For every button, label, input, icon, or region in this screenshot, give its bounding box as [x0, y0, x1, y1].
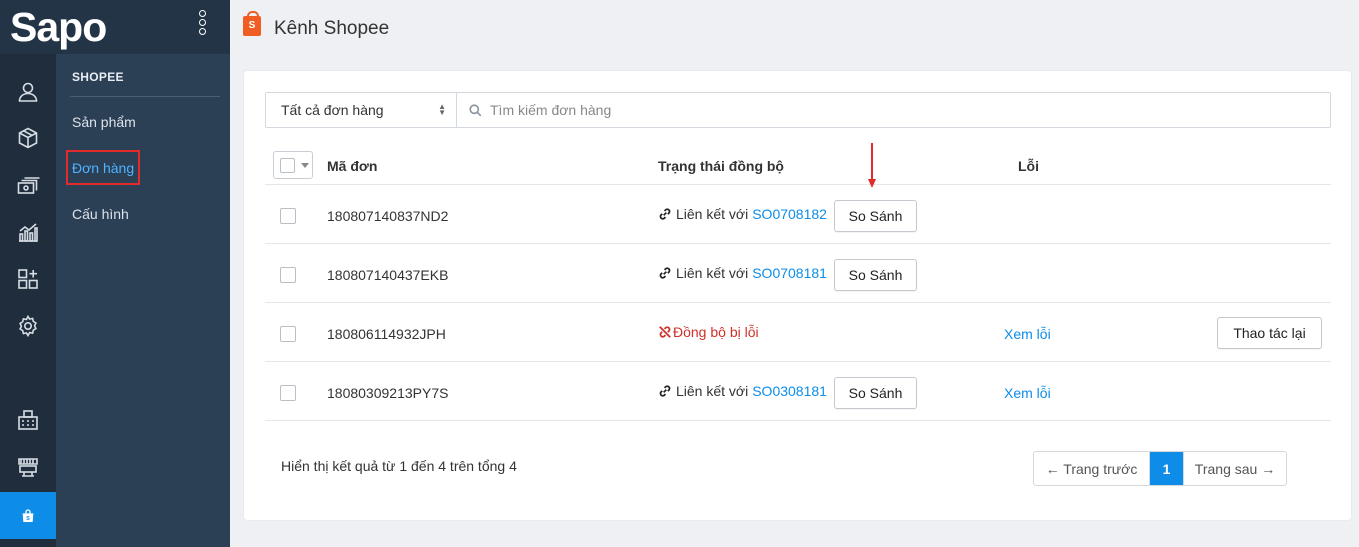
table-row: 180807140837ND2 Liên kết với SO0708182 S… — [265, 185, 1331, 244]
sync-status: Liên kết với SO0308181 — [658, 383, 827, 399]
table-row: 180806114932JPH Đồng bộ bị lỗi Xem lỗi T… — [265, 303, 1331, 362]
link-icon — [659, 267, 671, 279]
order-code: 180807140437EKB — [327, 267, 449, 283]
pos-register-icon[interactable] — [14, 406, 42, 434]
channel-submenu: SHOPEE Sản phẩm Đơn hàng Cấu hình — [56, 54, 230, 547]
order-code: 18080309213PY7S — [327, 385, 449, 401]
order-code: 180807140837ND2 — [327, 208, 449, 224]
order-filter-select[interactable]: Tất cả đơn hàng ▲ ▼ — [266, 93, 457, 127]
retry-button[interactable]: Thao tác lại — [1217, 317, 1322, 349]
view-error-link[interactable]: Xem lỗi — [1004, 385, 1051, 401]
submenu-item-settings[interactable]: Cấu hình — [72, 206, 129, 222]
compare-button[interactable]: So Sánh — [834, 259, 917, 291]
icon-rail: S — [0, 0, 56, 547]
row-checkbox[interactable] — [280, 326, 296, 342]
shopee-bag-icon: S — [22, 508, 34, 522]
header-order-code: Mã đơn — [327, 158, 378, 174]
svg-text:S: S — [26, 516, 30, 522]
apps-icon[interactable] — [14, 265, 42, 293]
search-box — [457, 93, 1330, 127]
sync-status: Liên kết với SO0708182 — [658, 206, 827, 222]
link-prefix: Liên kết với — [676, 383, 749, 399]
annotation-arrow — [868, 143, 876, 189]
sapo-logo[interactable]: Sapo — [10, 4, 107, 51]
orders-card: Tất cả đơn hàng ▲▼ Mã đơn Trạng thái đồn… — [244, 71, 1351, 520]
arrow-shaft — [871, 143, 873, 181]
page-header: S Kênh Shopee — [230, 0, 1359, 56]
chevron-down-icon — [301, 163, 309, 168]
link-icon — [659, 208, 671, 220]
logo-bar: Sapo — [0, 0, 230, 54]
row-checkbox[interactable] — [280, 267, 296, 283]
current-page-button[interactable]: 1 — [1150, 452, 1183, 485]
money-icon[interactable] — [14, 172, 42, 200]
table-row: 18080309213PY7S Liên kết với SO0308181 S… — [265, 362, 1331, 421]
annotation-highlight-box — [66, 150, 140, 185]
compare-button[interactable]: So Sánh — [834, 377, 917, 409]
order-code: 180806114932JPH — [327, 326, 446, 342]
sync-error-text: Đồng bộ bị lỗi — [673, 324, 759, 340]
sync-status-error: Đồng bộ bị lỗi — [658, 324, 759, 340]
sync-status: Liên kết với SO0708181 — [658, 265, 827, 281]
page-title: Kênh Shopee — [274, 18, 390, 39]
order-filter-value: Tất cả đơn hàng — [281, 102, 384, 118]
submenu-divider — [70, 96, 220, 97]
submenu-item-products[interactable]: Sản phẩm — [72, 114, 136, 130]
arrow-head — [868, 179, 876, 188]
link-icon — [659, 385, 671, 397]
row-checkbox[interactable] — [280, 208, 296, 224]
link-prefix: Liên kết với — [676, 206, 749, 222]
row-checkbox[interactable] — [280, 385, 296, 401]
shopee-channel-button[interactable]: S — [0, 492, 56, 539]
user-icon[interactable] — [14, 78, 42, 106]
store-icon[interactable] — [14, 453, 42, 481]
prev-page-button[interactable]: ← Trang trước — [1034, 452, 1150, 485]
table-row: 180807140437EKB Liên kết với SO0708181 S… — [265, 244, 1331, 303]
results-summary: Hiển thị kết quả từ 1 đến 4 trên tổng 4 — [281, 458, 517, 474]
table-header: Mã đơn Trạng thái đồng bộ Lỗi — [265, 146, 1331, 185]
header-error: Lỗi — [1018, 158, 1039, 174]
select-all-checkbox[interactable] — [280, 158, 295, 173]
search-icon — [469, 103, 482, 116]
header-sync-status: Trạng thái đồng bộ — [658, 158, 784, 174]
linked-order-link[interactable]: SO0708181 — [752, 265, 827, 281]
compare-button[interactable]: So Sánh — [834, 200, 917, 232]
gear-icon[interactable] — [14, 312, 42, 340]
search-input[interactable] — [490, 102, 1090, 118]
view-error-link[interactable]: Xem lỗi — [1004, 326, 1051, 342]
linked-order-link[interactable]: SO0308181 — [752, 383, 827, 399]
linked-order-link[interactable]: SO0708182 — [752, 206, 827, 222]
filter-bar: Tất cả đơn hàng ▲ ▼ — [265, 92, 1331, 128]
link-prefix: Liên kết với — [676, 265, 749, 281]
select-arrows-icon: ▲ ▼ — [438, 102, 446, 117]
box-icon[interactable] — [14, 124, 42, 152]
pagination: ← Trang trước 1 Trang sau → — [1033, 451, 1287, 486]
broken-link-icon — [659, 326, 671, 338]
select-all-dropdown[interactable] — [273, 151, 313, 179]
shopee-icon: S — [243, 11, 261, 36]
chart-icon[interactable] — [14, 218, 42, 246]
more-options-icon[interactable] — [199, 10, 209, 40]
next-page-button[interactable]: Trang sau → — [1183, 452, 1286, 485]
submenu-title: SHOPEE — [72, 70, 124, 84]
